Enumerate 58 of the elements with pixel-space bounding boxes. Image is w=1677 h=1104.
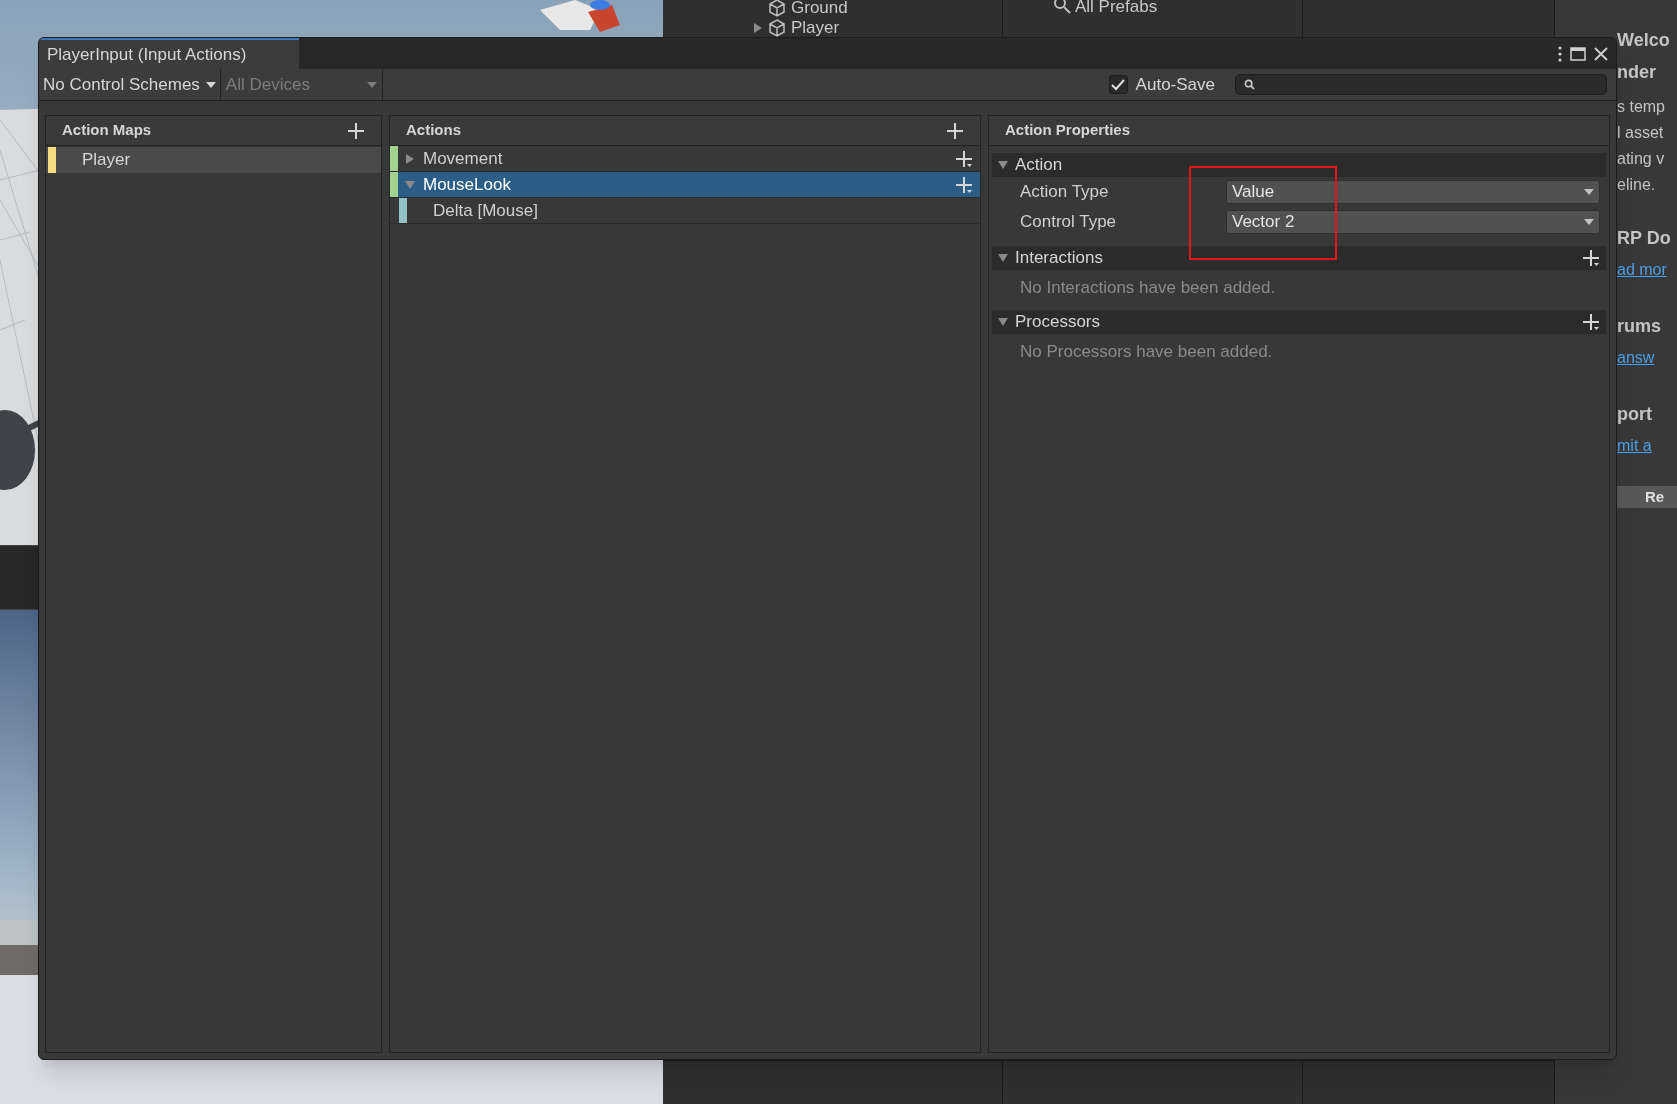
caret-icon bbox=[1584, 219, 1594, 225]
value-dropdown[interactable]: Vector 2 bbox=[1226, 210, 1600, 234]
project-search-label: All Prefabs bbox=[1075, 0, 1158, 18]
add-icon[interactable] bbox=[955, 149, 973, 168]
field-label: Action Type bbox=[1020, 181, 1110, 204]
hierarchy-item[interactable]: Player bbox=[791, 19, 840, 37]
control-scheme-dropdown[interactable]: No Control Schemes bbox=[39, 69, 221, 100]
panel-heading: rums bbox=[1617, 315, 1662, 338]
panel-text: ating v bbox=[1617, 149, 1666, 169]
foldout-icon[interactable] bbox=[998, 316, 1008, 327]
panel-link[interactable]: ad mor bbox=[1617, 254, 1677, 286]
binding-row[interactable]: Delta [Mouse] bbox=[390, 198, 980, 224]
panel-heading: RP Do bbox=[1617, 227, 1672, 250]
panel-link[interactable]: answ bbox=[1617, 342, 1677, 374]
add-icon[interactable] bbox=[955, 175, 973, 194]
search-icon bbox=[1053, 0, 1071, 14]
foldout-icon[interactable] bbox=[998, 253, 1008, 263]
caret-icon bbox=[366, 81, 377, 88]
panel-heading: port bbox=[1617, 403, 1653, 426]
caret-icon bbox=[1584, 189, 1594, 195]
section-header[interactable]: Action bbox=[992, 153, 1606, 177]
add-icon[interactable] bbox=[1582, 249, 1600, 267]
search-field[interactable] bbox=[1235, 74, 1607, 95]
hierarchy-item[interactable]: Ground bbox=[791, 0, 848, 17]
add-icon[interactable] bbox=[347, 121, 365, 140]
panel-title: Action Maps bbox=[62, 120, 152, 141]
action-row[interactable]: MouseLook bbox=[390, 172, 980, 198]
section-header[interactable]: Processors bbox=[992, 309, 1606, 334]
empty-message: No Processors have been added. bbox=[1019, 340, 1274, 363]
more-icon[interactable] bbox=[1558, 45, 1562, 62]
foldout-icon[interactable] bbox=[998, 160, 1008, 170]
panel-text: s temp bbox=[1617, 97, 1666, 117]
cube-icon bbox=[767, 18, 787, 38]
panel-heading: nder bbox=[1617, 61, 1657, 84]
panel-title: Actions bbox=[406, 120, 461, 141]
panel-text: eline. bbox=[1617, 175, 1657, 195]
cube-icon bbox=[767, 0, 787, 18]
close-icon[interactable] bbox=[1594, 46, 1608, 61]
section-header[interactable]: Interactions bbox=[992, 246, 1606, 270]
auto-save-checkbox[interactable] bbox=[1108, 75, 1128, 94]
caret-icon bbox=[205, 81, 216, 88]
search-icon bbox=[1244, 79, 1255, 90]
panel-title: Action Properties bbox=[1005, 120, 1131, 141]
foldout-icon[interactable] bbox=[405, 153, 415, 164]
empty-message: No Interactions have been added. bbox=[1019, 277, 1277, 299]
panel-heading: Welco bbox=[1617, 29, 1671, 52]
foldout-icon[interactable] bbox=[753, 23, 763, 33]
maximize-icon[interactable] bbox=[1570, 46, 1586, 61]
action-map-item[interactable]: Player bbox=[46, 147, 381, 173]
auto-save-label: Auto-Save bbox=[1135, 73, 1215, 96]
value-dropdown[interactable]: Value bbox=[1226, 180, 1600, 204]
panel-button[interactable]: Re bbox=[1617, 486, 1677, 508]
add-icon[interactable] bbox=[1582, 312, 1600, 331]
add-icon[interactable] bbox=[946, 121, 964, 140]
panel-link[interactable]: mit a bbox=[1617, 430, 1677, 462]
window-tab[interactable]: PlayerInput (Input Actions) bbox=[39, 38, 299, 69]
field-label: Control Type bbox=[1020, 211, 1118, 234]
panel-text: l asset bbox=[1617, 123, 1665, 143]
